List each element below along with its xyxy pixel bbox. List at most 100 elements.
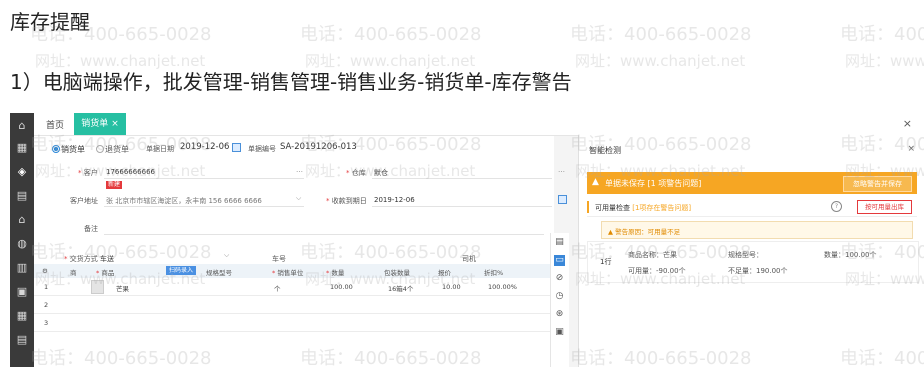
grid-header: ⚙ 商 * 商品 扫码录入 规格型号 * 销售单位 * 数量 包装数量 报价 折… xyxy=(34,264,554,278)
sales-order-radio-label: 销货单 xyxy=(61,145,85,154)
warehouse-label-text: 仓库 xyxy=(351,169,366,177)
address-value[interactable]: 张 北京市市辖区海淀区，永丰南 156 6666 6666 xyxy=(106,196,262,206)
cell-pack[interactable]: 16箱4个 xyxy=(388,283,413,293)
grid-header-col-7: 折扣% xyxy=(484,269,504,277)
due-date-value[interactable]: 2019-12-06 xyxy=(374,196,415,204)
grid-header-col-1: * 商品 xyxy=(96,269,115,277)
table-row[interactable]: 1 芒果 个 100.00 16箱4个 10.00 100.00% xyxy=(34,278,554,296)
delivery-dropdown-icon[interactable]: ⌵ xyxy=(224,251,229,260)
warehouse-more-icon[interactable]: … xyxy=(558,166,565,174)
attachment-icon[interactable]: ▣ xyxy=(554,327,565,338)
cell-qty[interactable]: 100.00 xyxy=(330,283,353,291)
detail-spec: 规格型号： xyxy=(728,251,763,259)
detail-row-no: 1行 xyxy=(600,258,612,266)
return-order-radio-label: 退货单 xyxy=(105,145,129,154)
warning-reason: ▲ 警告原因：可用量不足 xyxy=(608,228,681,236)
customer-underline xyxy=(104,178,304,179)
row-number: 2 xyxy=(44,301,49,309)
detail-available: 可用量：-90.00个 xyxy=(628,267,686,275)
order-no-value: SA-20191206-013 xyxy=(280,142,357,152)
finance-icon[interactable]: ◍ xyxy=(14,237,30,251)
grid-header-col-1-text: 商品 xyxy=(101,269,115,277)
detail-qty: 数量：100.00个 xyxy=(824,251,877,259)
due-date-calendar-icon[interactable] xyxy=(558,195,567,204)
side-toolbar: ▤ ▭ ⊘ ◷ ⊛ ▣ xyxy=(550,233,569,367)
form-icon[interactable]: ▤ xyxy=(554,237,565,248)
return-order-radio[interactable] xyxy=(96,145,104,153)
grid-header-col-0: 商 xyxy=(70,269,77,277)
watermark-url: 网址：www.chanjet.net xyxy=(575,52,746,70)
detail-shortage: 不足量：190.00个 xyxy=(728,267,788,275)
address-dropdown-icon[interactable]: ⌵ xyxy=(296,194,301,203)
help-icon[interactable]: ? xyxy=(831,201,842,212)
check-label-text: 可用量检查 xyxy=(595,204,630,212)
grid-header-col-2: 规格型号 xyxy=(206,269,232,277)
warehouse-underline xyxy=(372,178,552,179)
check-marker xyxy=(587,201,589,213)
warning-reason-box: ▲ 警告原因：可用量不足 xyxy=(601,221,913,239)
ignore-and-save-button[interactable]: 忽略警告并保存 xyxy=(843,176,912,192)
watermark-url: 网址：www.chanjet.net xyxy=(845,52,924,70)
detail-product-name: 商品名称：芒果 xyxy=(628,251,677,259)
settings-icon[interactable]: ⊛ xyxy=(554,309,565,320)
document-icon[interactable]: ▦ xyxy=(14,309,30,323)
grid-header-col-4-text: 数量 xyxy=(331,269,345,277)
sales-icon[interactable]: ◈ xyxy=(14,165,30,179)
calendar-picker-icon[interactable] xyxy=(232,143,241,152)
customer-value[interactable]: 17666666666 xyxy=(106,168,155,176)
smart-check-icon[interactable]: ▭ xyxy=(554,255,565,266)
tab-home[interactable]: 首页 xyxy=(46,118,64,131)
cell-price[interactable]: 10.00 xyxy=(442,283,461,291)
warehouse-icon[interactable]: ⌂ xyxy=(14,213,30,227)
car-no-label: 车号 xyxy=(272,255,286,263)
tab-sales-order-label: 销货单 xyxy=(81,119,109,129)
grid-settings-icon[interactable]: ⚙ xyxy=(42,267,48,275)
ship-by-available-button[interactable]: 按可用量出库 xyxy=(857,200,912,214)
grid-header-col-3: * 销售单位 xyxy=(272,269,304,277)
warning-reason-text: 警告原因：可用量不足 xyxy=(615,228,681,236)
sales-order-radio[interactable] xyxy=(52,145,60,153)
watermark-phone: 电话：400-665-0028 xyxy=(570,24,752,45)
history-icon[interactable]: ◷ xyxy=(554,291,565,302)
order-no-label: 单据编号 xyxy=(248,145,276,153)
address-label: 客户地址 xyxy=(70,197,98,205)
driver-label: 司机 xyxy=(462,255,476,263)
date-value[interactable]: 2019-12-06 xyxy=(180,142,229,152)
print-icon[interactable]: ▣ xyxy=(14,285,30,299)
cell-discount[interactable]: 100.00% xyxy=(488,283,517,291)
table-row[interactable]: 3 xyxy=(34,314,554,332)
delivery-label-text: 交货方式 xyxy=(69,255,98,263)
purchase-icon[interactable]: ▤ xyxy=(14,189,30,203)
availability-check-label: 可用量检查 [1项存在警告问题] xyxy=(595,203,691,213)
table-row[interactable]: 2 xyxy=(34,296,554,314)
batch-entry-button[interactable]: 扫码录入 xyxy=(166,266,197,275)
cell-unit[interactable]: 个 xyxy=(274,283,281,293)
remark-label: 备注 xyxy=(84,225,98,233)
row-number: 1 xyxy=(44,283,49,291)
window-close-icon[interactable]: × xyxy=(903,117,912,130)
customer-more-icon[interactable]: … xyxy=(296,166,303,174)
app-window: ⌂ ▦ ◈ ▤ ⌂ ◍ ▥ ▣ ▦ ▤ 首页 销货单 × × 销货单 退货单 单据… xyxy=(10,113,924,367)
row-number: 3 xyxy=(44,319,49,327)
availability-check-row: 可用量检查 [1项存在警告问题] ? 按可用量出库 xyxy=(587,198,917,217)
panel-title: 智能检测 xyxy=(589,146,621,155)
tab-sales-order[interactable]: 销货单 × xyxy=(74,113,126,135)
customer-label: * 客户 xyxy=(78,169,98,177)
calendar-icon[interactable]: ▦ xyxy=(14,141,30,155)
warehouse-value[interactable]: 默仓 xyxy=(374,168,388,178)
grid-header-col-5: 包装数量 xyxy=(384,269,410,277)
link-icon[interactable]: ⊘ xyxy=(554,273,565,284)
tab-close-icon[interactable]: × xyxy=(111,119,119,129)
home-icon[interactable]: ⌂ xyxy=(14,119,30,133)
tab-bar: 首页 销货单 × × xyxy=(34,113,924,136)
address-underline xyxy=(104,206,304,207)
check-issues-link[interactable]: [1项存在警告问题] xyxy=(632,204,691,212)
panel-close-icon[interactable]: × xyxy=(907,144,915,154)
delivery-value[interactable]: 车送 xyxy=(100,254,114,264)
customer-new-tag: 新建 xyxy=(106,181,123,189)
document-heading: 库存提醒 xyxy=(10,10,90,34)
due-date-label: * 收款到期日 xyxy=(326,197,367,205)
list-icon[interactable]: ▤ xyxy=(14,333,30,347)
cell-product[interactable]: 芒果 xyxy=(116,283,129,293)
report-icon[interactable]: ▥ xyxy=(14,261,30,275)
